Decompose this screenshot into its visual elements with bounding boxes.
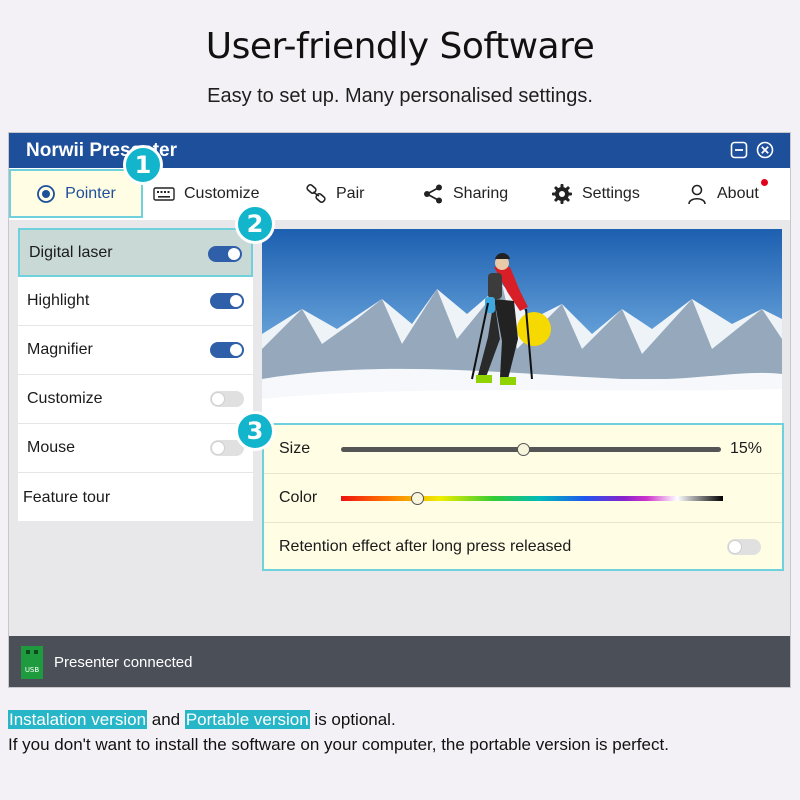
footer-and: and (147, 710, 185, 729)
sidebar-item-highlight[interactable]: Highlight (18, 277, 253, 326)
size-row: Size 15% (264, 425, 782, 474)
highlight-toggle[interactable] (210, 293, 244, 309)
footer-optional: is optional. (309, 710, 396, 729)
radio-target-icon (37, 184, 56, 203)
sidebar-item-label: Mouse (27, 439, 76, 456)
tab-about-label: About (717, 185, 759, 202)
tab-sharing-label: Sharing (453, 185, 509, 202)
user-icon (688, 184, 706, 205)
sidebar-item-mouse[interactable]: Mouse (18, 424, 253, 473)
tab-pair-label: Pair (336, 185, 365, 202)
tab-settings[interactable]: Settings (551, 168, 640, 220)
sidebar-item-label: Customize (27, 390, 103, 407)
app-window: Norwii Presenter Pointer Customize Pair … (8, 132, 791, 688)
keyboard-icon (153, 187, 175, 201)
tab-settings-label: Settings (582, 185, 640, 202)
tab-pair[interactable]: Pair (305, 168, 364, 220)
share-icon (424, 184, 442, 204)
step-badge-2: 2 (235, 204, 275, 244)
retention-row: Retention effect after long press releas… (264, 523, 782, 572)
close-icon[interactable] (756, 141, 774, 159)
notification-dot (761, 179, 768, 186)
sidebar-item-digital-laser[interactable]: Digital laser (18, 228, 253, 277)
usb-icon: USB (21, 646, 43, 679)
preview-image (262, 229, 782, 424)
feature-tour-link[interactable]: Feature tour (18, 473, 253, 522)
sidebar-item-label: Highlight (27, 292, 90, 309)
link-icon (306, 184, 326, 203)
installation-version-highlight: Instalation version (8, 710, 148, 729)
digital-laser-toggle[interactable] (208, 246, 242, 262)
color-label: Color (279, 489, 318, 506)
tab-pointer-label: Pointer (65, 184, 116, 202)
step-badge-3: 3 (235, 411, 275, 451)
sidebar: Digital laser Highlight Magnifier Custom… (18, 228, 253, 521)
minimize-icon[interactable] (730, 141, 748, 159)
step-badge-1: 1 (123, 145, 163, 185)
gear-icon (552, 184, 572, 204)
footer-line-2: If you don't want to install the softwar… (8, 735, 669, 754)
color-row: Color (264, 474, 782, 523)
retention-toggle[interactable] (727, 539, 761, 555)
retention-label: Retention effect after long press releas… (279, 538, 572, 555)
size-label: Size (279, 440, 311, 457)
magnifier-toggle[interactable] (210, 342, 244, 358)
tab-pointer[interactable]: Pointer (9, 169, 143, 218)
size-slider-thumb[interactable] (517, 443, 531, 456)
sidebar-item-customize[interactable]: Customize (18, 375, 253, 424)
size-slider-track[interactable] (341, 447, 721, 452)
status-bar: USB Presenter connected (9, 636, 790, 687)
status-text: Presenter connected (54, 654, 193, 671)
laser-pointer-dot (517, 312, 551, 346)
sidebar-item-label: Magnifier (27, 341, 93, 358)
size-value: 15% (730, 440, 763, 457)
tab-customize-label: Customize (184, 185, 260, 202)
sidebar-item-label: Digital laser (29, 243, 113, 261)
headline: User-friendly Software (205, 26, 595, 67)
tab-sharing[interactable]: Sharing (422, 168, 508, 220)
color-slider-track[interactable] (341, 496, 723, 501)
customize-toggle[interactable] (210, 391, 244, 407)
subheadline: Easy to set up. Many personalised settin… (207, 85, 593, 107)
portable-version-highlight: Portable version (184, 710, 310, 729)
tab-about[interactable]: About (686, 168, 759, 220)
feature-tour-label: Feature tour (23, 488, 111, 506)
sidebar-item-magnifier[interactable]: Magnifier (18, 326, 253, 375)
footer-line-1: Instalation version and Portable version… (8, 710, 396, 730)
color-slider-thumb[interactable] (411, 492, 425, 505)
pointer-settings-panel: Size 15% Color Retention effect after lo… (262, 423, 784, 571)
